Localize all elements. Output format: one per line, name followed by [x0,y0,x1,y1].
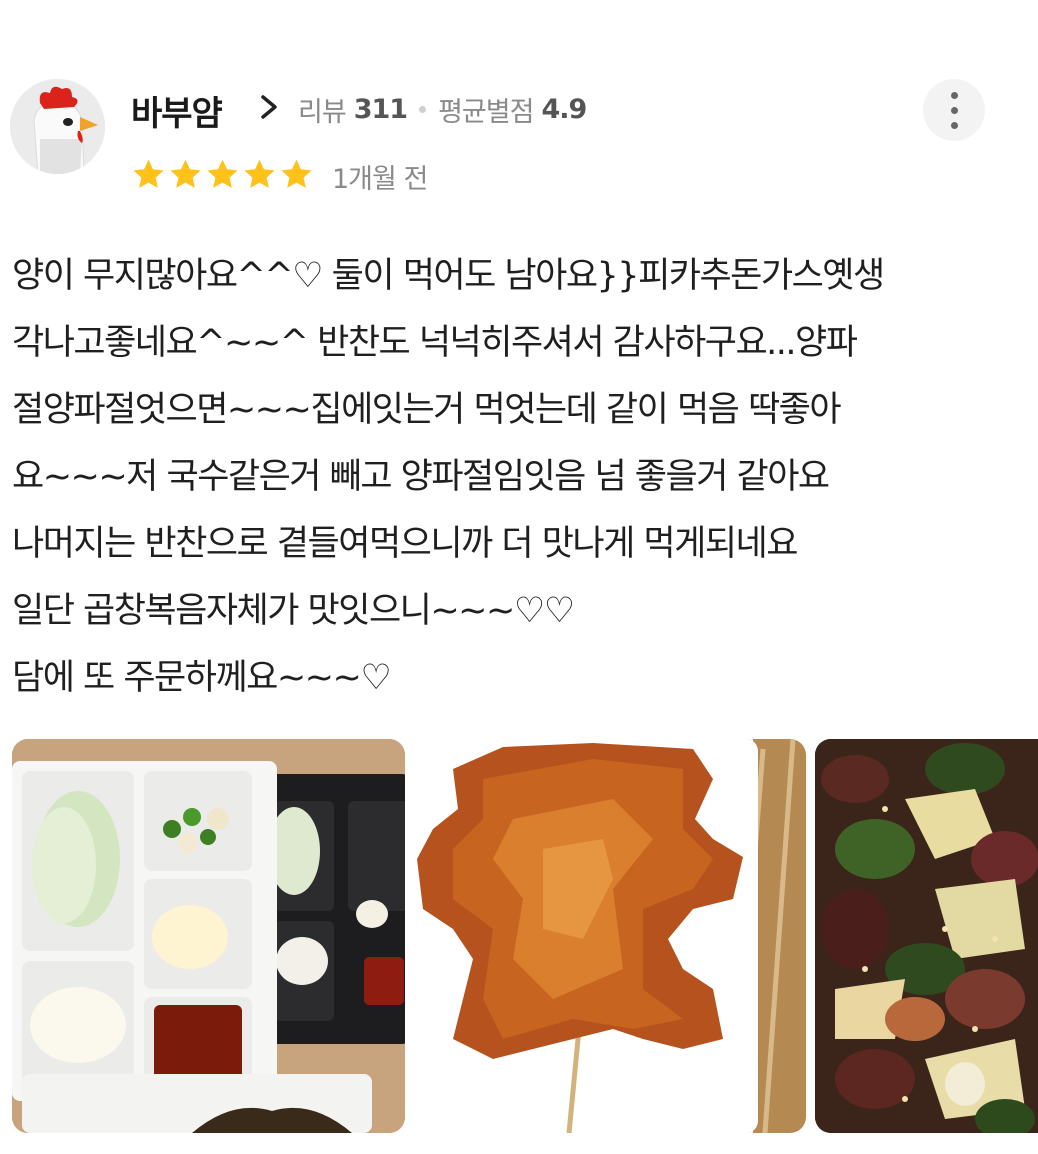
star-icon [170,159,201,188]
review-text-line: 양이 무지많아요^^♡ 둘이 먹어도 남아요}}피카추돈가스옛생 [12,256,885,296]
review-text-line: 각나고좋네요^~~^ 반찬도 넉넉히주셔서 감사하구요...양파 [12,323,858,363]
chicken-avatar-icon [10,79,105,174]
review-text-line: 담에 또 주문하께요~~~♡ [12,658,392,698]
review-text: 양이 무지많아요^^♡ 둘이 먹어도 남아요}}피카추돈가스옛생 각나고좋네요^… [12,243,1032,712]
star-rating [131,157,314,192]
review-count: 311 [353,94,408,125]
review-count-label: 리뷰 [298,97,347,128]
average-rating-label: 평균별점 [438,97,534,128]
more-dot-icon [951,107,958,114]
star-icon [207,159,238,188]
fried-cutlet-photo-icon [413,739,806,1133]
more-dot-icon [951,122,958,129]
review-time: 1개월 전 [332,164,428,195]
reviewer-meta: 리뷰 311 평균별점 4.9 [298,90,587,129]
stir-fried-gopchang-photo-icon [815,739,1038,1133]
chevron-right-icon[interactable] [255,92,283,122]
reviewer-avatar[interactable] [10,79,105,174]
review-text-line: 나머지는 반찬으로 곁들여먹으니까 더 맛나게 먹게되네요 [12,524,798,564]
star-icon [133,159,164,188]
review-text-line: 절양파절엇으면~~~집에잇는거 먹엇는데 같이 먹음 딱좋아 [12,390,842,430]
star-icon [281,159,312,188]
separator-dot [419,106,427,113]
average-rating: 4.9 [541,94,587,125]
more-dot-icon [951,92,958,99]
review-photo-fried-cutlet[interactable] [413,739,806,1133]
side-dishes-photo-icon [12,739,405,1133]
star-icon [244,159,275,188]
review-photo-side-dishes[interactable] [12,739,405,1133]
review-text-line: 요~~~저 국수같은거 빼고 양파절임잇음 넘 좋을거 같아요 [12,457,830,497]
review-photo-stir-fried-gopchang[interactable] [815,739,1038,1133]
more-options-button[interactable] [923,79,985,141]
reviewer-name[interactable]: 바부얌 [131,86,223,135]
review-text-line: 일단 곱창복음자체가 맛잇으니~~~♡♡ [12,591,575,631]
